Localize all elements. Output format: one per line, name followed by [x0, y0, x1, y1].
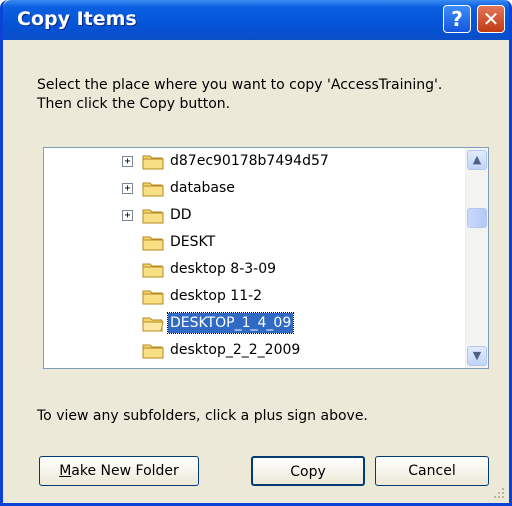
- folder-tree[interactable]: + d87ec90178b7494d57 + database + DD DESKT desk…: [43, 147, 489, 369]
- folder-icon: [142, 287, 164, 305]
- folder-icon: [142, 206, 164, 224]
- help-button[interactable]: ?: [443, 5, 471, 33]
- tree-item-label: DESKT: [170, 234, 216, 250]
- instruction-text: Select the place where you want to copy …: [37, 76, 507, 114]
- copy-button[interactable]: Copy: [251, 456, 365, 486]
- folder-icon: [142, 260, 164, 278]
- tree-item-label: d87ec90178b7494d57: [170, 153, 329, 169]
- question-icon: ?: [451, 7, 463, 31]
- mnemonic-letter: M: [59, 463, 72, 479]
- tree-item[interactable]: + DD: [44, 204, 464, 228]
- expand-plus-icon[interactable]: +: [122, 183, 133, 194]
- vertical-scrollbar[interactable]: ▲ ▼: [465, 148, 488, 368]
- tree-item[interactable]: desktop 11-2: [44, 285, 464, 309]
- dialog-title: Copy Items: [17, 8, 137, 30]
- scroll-thumb[interactable]: [467, 208, 487, 228]
- close-button[interactable]: ✕: [477, 5, 505, 33]
- tree-item-label: DD: [170, 207, 192, 223]
- scroll-down-button[interactable]: ▼: [467, 346, 487, 366]
- make-new-folder-button[interactable]: Make New Folder: [39, 456, 199, 486]
- tree-item-label: DESKTOP_1_4_09: [166, 312, 295, 334]
- instruction-line-2: Then click the Copy button.: [37, 96, 231, 112]
- expand-plus-icon[interactable]: +: [122, 156, 133, 167]
- tree-item-label: database: [170, 180, 235, 196]
- tree-item[interactable]: + d87ec90178b7494d57: [44, 150, 464, 174]
- tree-item[interactable]: desktop 8-3-09: [44, 258, 464, 282]
- cancel-label: Cancel: [408, 463, 456, 479]
- subfolder-hint: To view any subfolders, click a plus sig…: [37, 408, 368, 424]
- tree-item[interactable]: DESKT: [44, 231, 464, 255]
- open-folder-icon: [142, 314, 164, 332]
- tree-item-label: desktop 8-3-09: [170, 261, 277, 277]
- tree-item[interactable]: DESKTOP_1_4_09: [44, 312, 464, 336]
- close-icon: ✕: [482, 7, 500, 31]
- instruction-line-1: Select the place where you want to copy …: [37, 77, 443, 93]
- chevron-down-icon: ▼: [472, 349, 482, 362]
- chevron-up-icon: ▲: [472, 153, 482, 166]
- cancel-button[interactable]: Cancel: [375, 456, 489, 486]
- folder-icon: [142, 152, 164, 170]
- copy-label: Copy: [290, 464, 326, 480]
- tree-item[interactable]: desktop_2_2_2009: [44, 339, 464, 363]
- copy-items-dialog: Copy Items ? ✕ Select the place where yo…: [0, 0, 512, 506]
- folder-icon: [142, 179, 164, 197]
- folder-icon: [142, 233, 164, 251]
- folder-icon: [142, 341, 164, 359]
- make-new-folder-label: ake New Folder: [71, 463, 179, 479]
- tree-item[interactable]: + database: [44, 177, 464, 201]
- expand-plus-icon[interactable]: +: [122, 210, 133, 221]
- scroll-up-button[interactable]: ▲: [467, 150, 487, 170]
- tree-item-label: desktop 11-2: [170, 288, 263, 304]
- resize-grip-icon[interactable]: [493, 487, 505, 499]
- tree-item-label: desktop_2_2_2009: [170, 342, 301, 358]
- title-bar[interactable]: Copy Items ? ✕: [3, 0, 509, 40]
